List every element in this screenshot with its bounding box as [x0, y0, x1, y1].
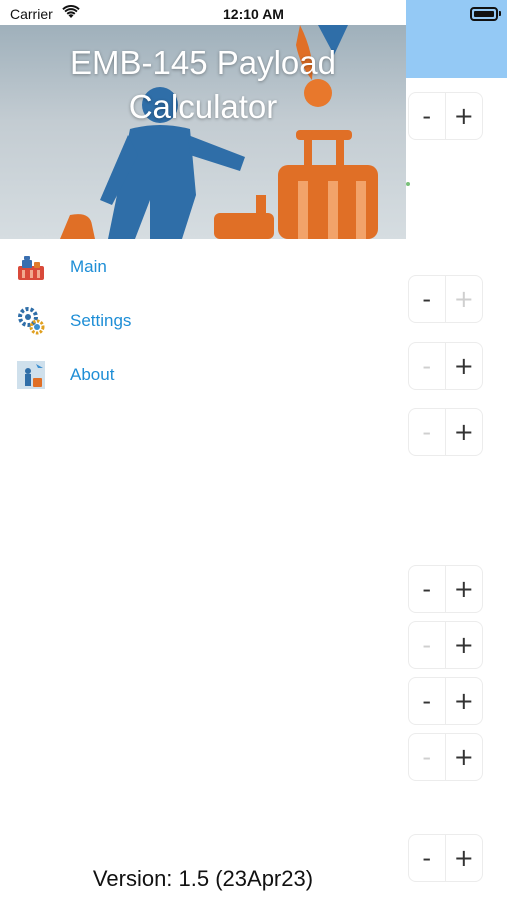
stepper-plus-button[interactable]: + [446, 409, 483, 455]
menu-item-label: Main [70, 257, 107, 276]
stepper: - + [408, 92, 483, 140]
menu-item-label: Settings [70, 311, 132, 330]
stepper: - + [408, 677, 483, 725]
battery-icon [470, 7, 498, 21]
stepper-minus-button[interactable]: - [409, 343, 446, 389]
stepper-minus-button[interactable]: - [409, 622, 446, 668]
menu-item-settings[interactable]: Settings [0, 294, 406, 348]
stepper: - + [408, 275, 483, 323]
stepper-minus-button[interactable]: - [409, 734, 446, 780]
stepper-plus-button[interactable]: + [446, 93, 483, 139]
luggage-icon [18, 256, 44, 280]
stepper: - + [408, 565, 483, 613]
status-bar: Carrier 12:10 AM [0, 0, 507, 26]
stepper-plus-button[interactable]: + [446, 276, 483, 322]
stepper-plus-button[interactable]: + [446, 678, 483, 724]
stepper-plus-button[interactable]: + [446, 734, 483, 780]
status-time: 12:10 AM [223, 6, 284, 22]
stepper-minus-button[interactable]: - [409, 93, 446, 139]
stepper-plus-button[interactable]: + [446, 566, 483, 612]
stepper-minus-button[interactable]: - [409, 678, 446, 724]
stepper-minus-button[interactable]: - [409, 566, 446, 612]
background-indicator [406, 182, 410, 186]
menu-item-label: About [70, 365, 115, 384]
stepper: - + [408, 834, 483, 882]
stepper: - + [408, 733, 483, 781]
gears-icon [18, 307, 45, 335]
battery-tip [499, 11, 501, 16]
drawer-banner: EMB-145 Payload Calculator [0, 25, 406, 239]
stepper-plus-button[interactable]: + [446, 343, 483, 389]
menu-item-main[interactable]: Main [0, 240, 406, 294]
menu-item-about[interactable]: About [0, 348, 406, 402]
stepper-plus-button[interactable]: + [446, 622, 483, 668]
stepper-minus-button[interactable]: - [409, 409, 446, 455]
traveler-icon [17, 361, 45, 389]
stepper-plus-button[interactable]: + [446, 835, 483, 881]
stepper: - + [408, 621, 483, 669]
version-label: Version: 1.5 (23Apr23) [92, 866, 314, 891]
stepper-minus-button[interactable]: - [409, 276, 446, 322]
drawer-title: EMB-145 Payload Calculator [70, 44, 336, 125]
stepper-minus-button[interactable]: - [409, 835, 446, 881]
side-drawer: EMB-145 Payload Calculator Main Settings… [0, 0, 406, 900]
drawer-menu: Main Settings About [0, 240, 406, 402]
stepper: - + [408, 342, 483, 390]
stepper: - + [408, 408, 483, 456]
